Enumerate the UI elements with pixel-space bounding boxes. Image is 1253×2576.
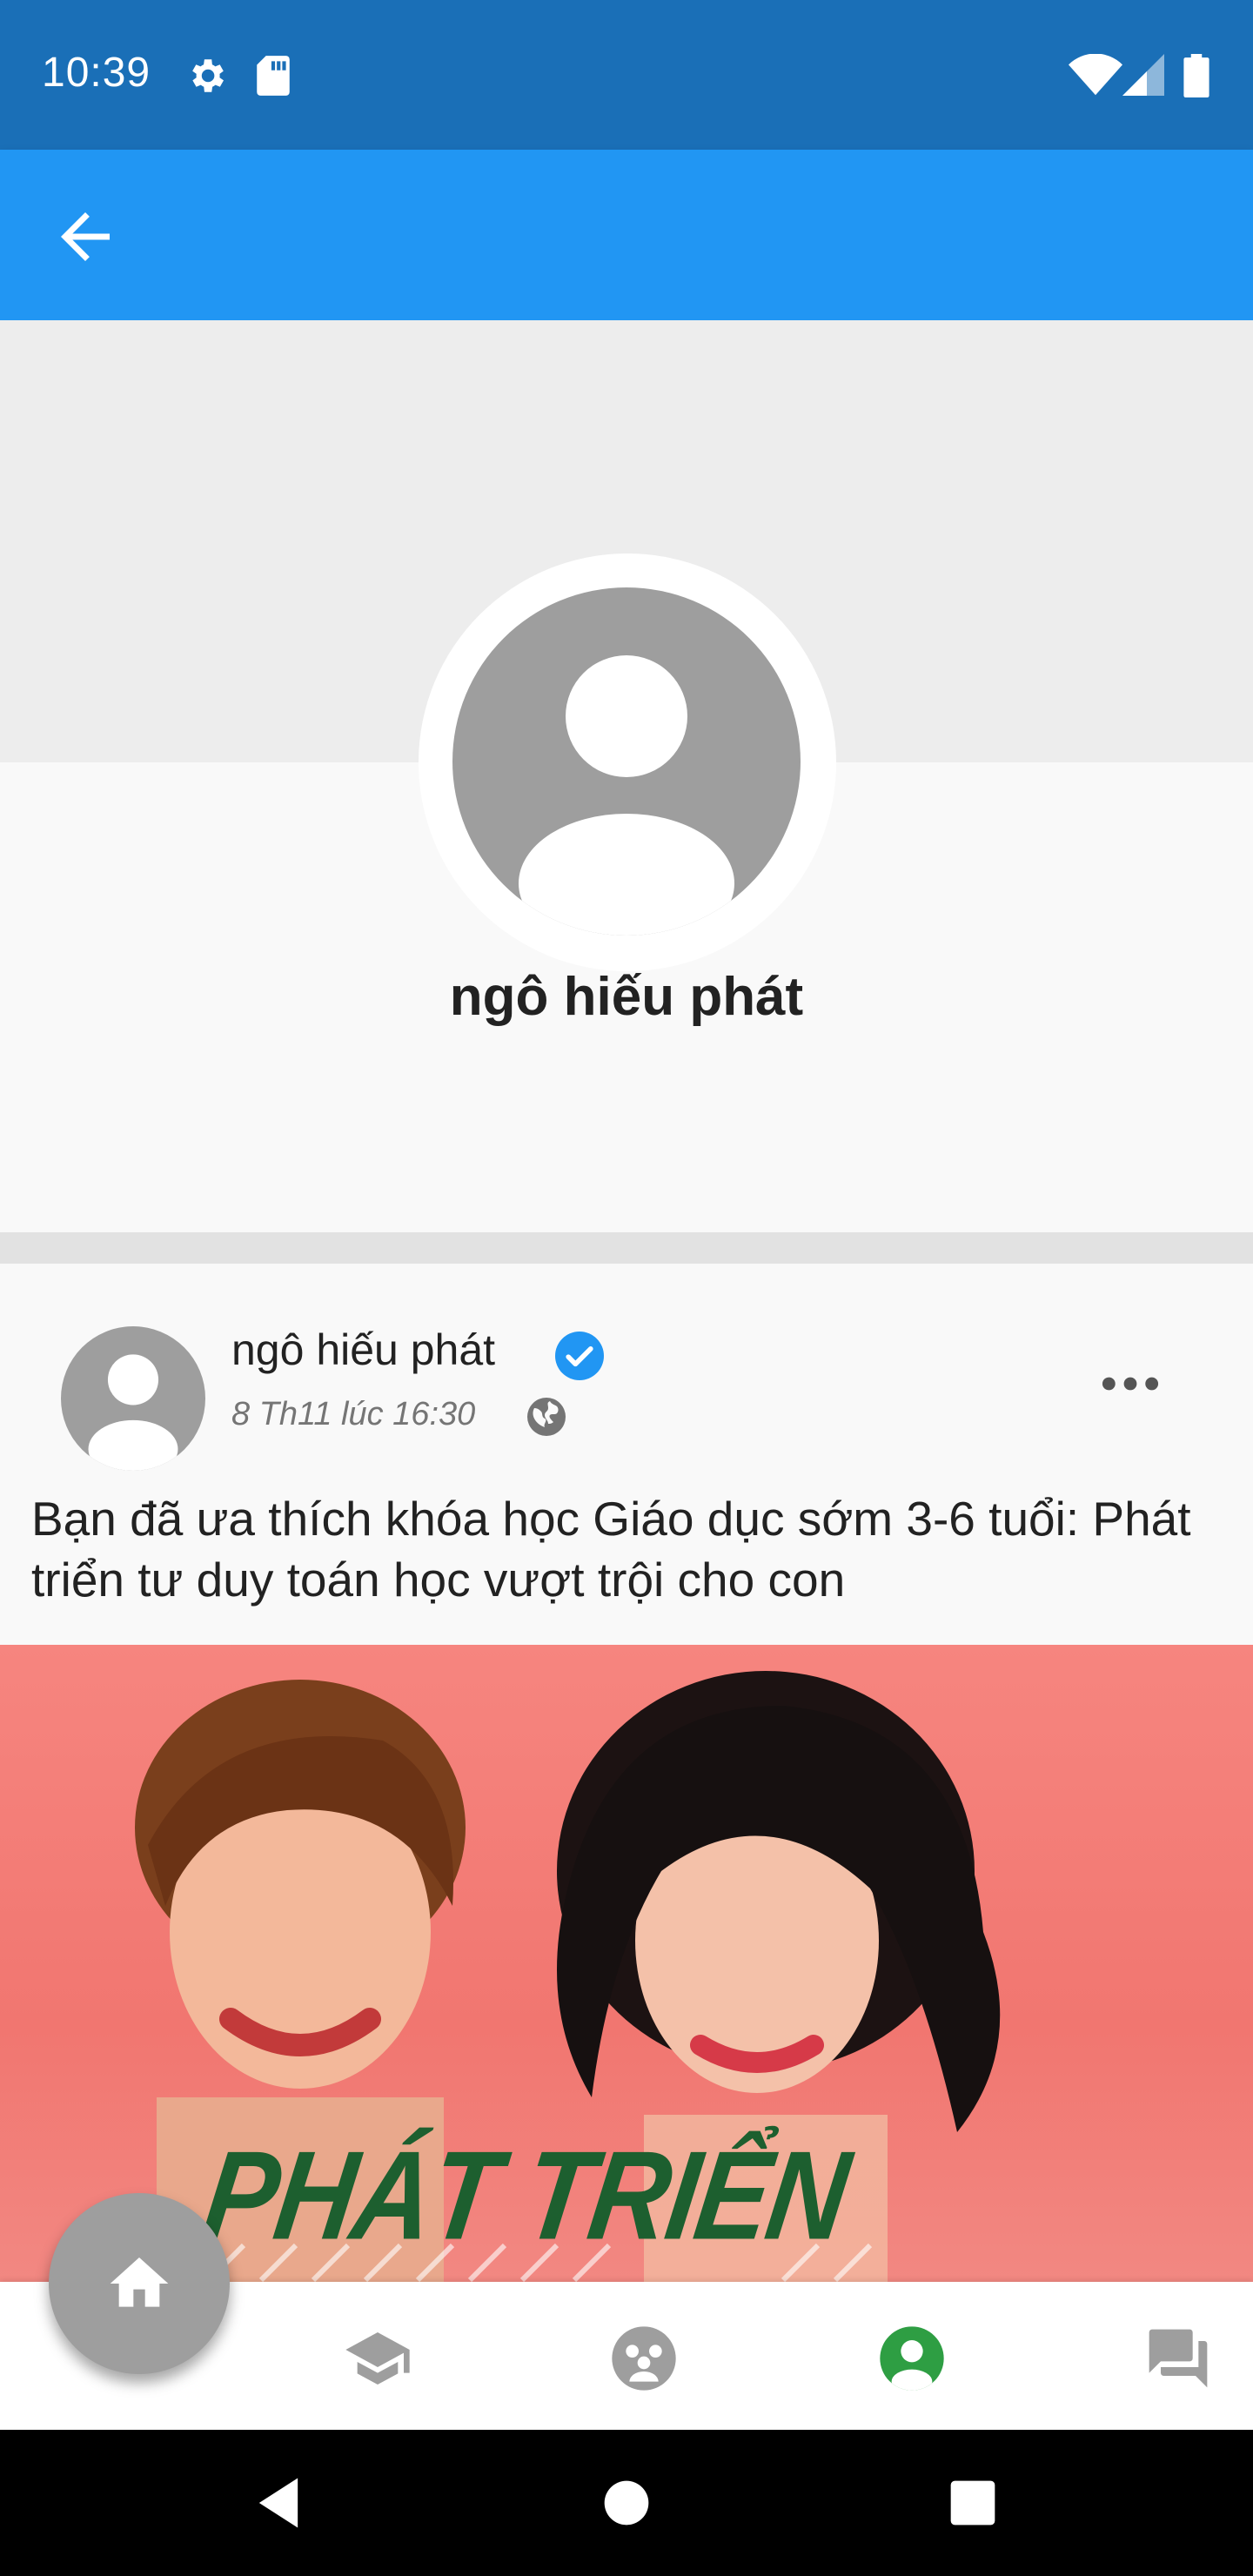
- system-navigation-bar: [0, 2430, 1253, 2576]
- post-image[interactable]: PHÁT TRIỂN: [0, 1645, 1253, 2282]
- recents-square-icon[interactable]: [940, 2470, 1006, 2536]
- battery-icon: [1183, 54, 1209, 97]
- post-timestamp: 8 Th11 lúc 16:30: [231, 1396, 476, 1432]
- post-author-avatar[interactable]: [61, 1326, 205, 1471]
- home-circle-icon[interactable]: [593, 2470, 660, 2536]
- globe-icon: [527, 1398, 566, 1436]
- post-author-name[interactable]: ngô hiếu phát: [231, 1325, 495, 1375]
- school-icon[interactable]: [343, 2324, 412, 2393]
- signal-icon: [1122, 54, 1164, 96]
- home-button[interactable]: [49, 2193, 230, 2374]
- verified-icon: [555, 1332, 604, 1380]
- status-bar: 10:39: [0, 0, 1253, 150]
- back-triangle-icon[interactable]: [245, 2470, 312, 2536]
- post-text: Bạn đã ưa thích khóa học Giáo dục sớm 3-…: [31, 1492, 1191, 1607]
- wifi-icon: [1069, 54, 1122, 96]
- chat-icon[interactable]: [1143, 2324, 1213, 2393]
- settings-icon: [192, 59, 224, 92]
- post-image-headline: PHÁT TRIỂN: [195, 2124, 856, 2266]
- groups-icon[interactable]: [609, 2324, 679, 2393]
- more-options-icon[interactable]: [1098, 1359, 1163, 1408]
- profile-name: ngô hiếu phát: [449, 967, 804, 1027]
- account-icon[interactable]: [877, 2324, 947, 2393]
- status-time: 10:39: [42, 50, 151, 96]
- home-icon: [110, 2257, 169, 2307]
- sd-card-icon: [257, 56, 290, 96]
- app-toolbar: [0, 150, 1253, 320]
- section-divider: [0, 1232, 1253, 1264]
- arrow-back-icon[interactable]: [49, 200, 122, 273]
- avatar[interactable]: [452, 587, 801, 936]
